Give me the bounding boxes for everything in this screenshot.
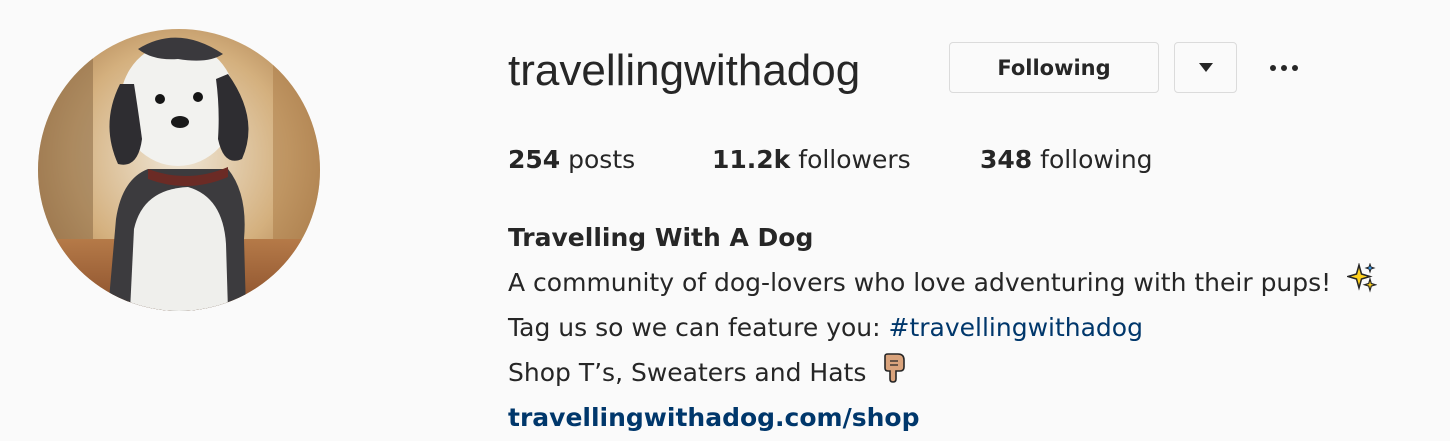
caret-down-icon xyxy=(1198,63,1213,72)
bio-line-2: Tag us so we can feature you: #travellin… xyxy=(508,308,1143,348)
profile-avatar[interactable] xyxy=(38,29,320,311)
sparkles-emoji xyxy=(1345,262,1378,305)
followers-count: 11.2k xyxy=(712,145,791,174)
bio-website-link[interactable]: travellingwithadog.com/shop xyxy=(508,398,919,438)
pointing-down-emoji xyxy=(882,353,908,395)
bio-line-1-text: A community of dog-lovers who love adven… xyxy=(508,268,1332,297)
posts-label: posts xyxy=(568,145,636,174)
following-count: 348 xyxy=(980,145,1033,174)
following-label: following xyxy=(1040,145,1153,174)
following-button[interactable]: Following xyxy=(949,42,1159,93)
dog-photo xyxy=(38,29,320,311)
bio-line-3-text: Shop T’s, Sweaters and Hats xyxy=(508,358,867,387)
more-options-button[interactable] xyxy=(1262,50,1306,86)
profile-username: travellingwithadog xyxy=(508,46,861,95)
suggested-dropdown-button[interactable] xyxy=(1174,42,1237,93)
bio-hashtag-link[interactable]: #travellingwithadog xyxy=(889,313,1143,342)
posts-count: 254 xyxy=(508,145,561,174)
stat-following[interactable]: 348 following xyxy=(980,142,1153,178)
bio-line-1: A community of dog-lovers who love adven… xyxy=(508,262,1378,305)
bio-full-name: Travelling With A Dog xyxy=(508,223,814,252)
bio-line-3: Shop T’s, Sweaters and Hats xyxy=(508,353,908,395)
more-options-icon xyxy=(1270,65,1298,71)
followers-label: followers xyxy=(798,145,911,174)
stat-followers[interactable]: 11.2k followers xyxy=(712,142,911,178)
profile-header: travellingwithadog Following 254 posts 1… xyxy=(0,0,1450,441)
bio-line-2-text: Tag us so we can feature you: xyxy=(508,313,889,342)
stat-posts: 254 posts xyxy=(508,142,635,178)
